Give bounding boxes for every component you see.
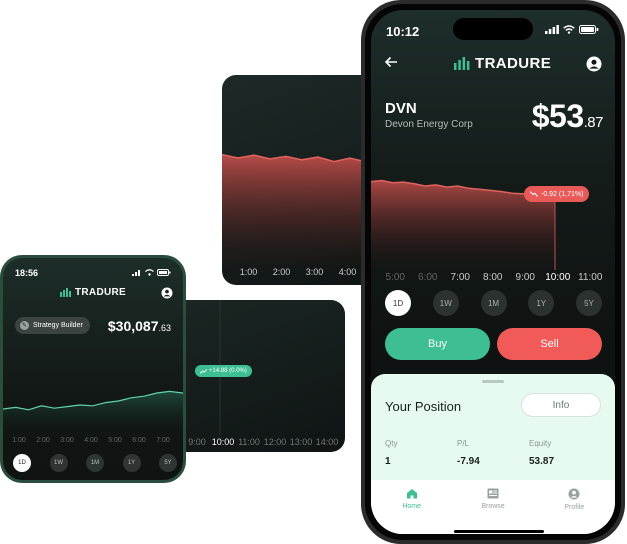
tick-label: 3:00 (60, 437, 74, 444)
small-change-tag: +14.88 (0.0%) (195, 365, 252, 377)
phone-large: 10:12 TRADURE DVN Devon Energy Corp $53.… (361, 0, 625, 544)
position-title: Your Position (385, 399, 462, 414)
sell-button[interactable]: Sell (497, 328, 602, 360)
price-change-label: -0.92 (1,71%) (541, 190, 584, 198)
app-name: TRADURE (475, 55, 552, 72)
chart-top-svg (222, 153, 382, 265)
range-selector: 1D 1W 1M 1Y 5Y (385, 290, 602, 316)
stat-equity: Equity 53.87 (529, 439, 554, 467)
buy-button[interactable]: Buy (385, 328, 490, 360)
trend-down-icon (530, 191, 538, 197)
tick-label: 6:00 (132, 437, 146, 444)
bars-logo-icon (454, 57, 470, 70)
stock-ticker: DVN (385, 100, 417, 117)
bottom-nav: Home Browse Profile (371, 480, 615, 534)
wifi-icon (563, 25, 575, 34)
tick-label: 2:00 (36, 437, 50, 444)
stat-label: P/L (457, 439, 470, 448)
tick-label: 11:00 (238, 437, 260, 447)
stat-qty: Qty 1 (385, 439, 397, 467)
tick-label: 4:00 (84, 437, 98, 444)
tick-label: 7:00 (156, 437, 170, 444)
status-icons (545, 25, 599, 34)
stock-price-main: $53 (531, 98, 584, 134)
range-button-1y[interactable]: 1Y (528, 290, 555, 316)
tick-label: 11:00 (578, 272, 603, 283)
tick-label: 10:00 (545, 272, 571, 283)
small-chart-svg (3, 390, 183, 436)
tick-label: 4:00 (338, 267, 357, 277)
range-button-1m[interactable]: 1M (86, 454, 104, 472)
info-button[interactable]: Info (521, 393, 601, 417)
nav-label: Home (402, 503, 421, 510)
range-button-1y[interactable]: 1Y (122, 454, 141, 472)
stat-value: 53.87 (529, 456, 555, 467)
tick-label: 6:00 (418, 272, 438, 283)
position-panel: Your Position Info Qty 1 P/L -7.94 Equit… (371, 374, 615, 534)
tick-label: 9:00 (515, 272, 535, 283)
phone-large-screen: 10:12 TRADURE DVN Devon Energy Corp $53.… (371, 10, 615, 534)
app-logo: TRADURE (454, 55, 551, 72)
tick-label: 1:00 (239, 267, 258, 277)
tick-label: 1:00 (12, 437, 26, 444)
small-range-selector: 1D 1W 1M 1Y 5Y (13, 454, 177, 472)
range-button-1d[interactable]: 1D (13, 454, 31, 472)
trend-up-icon (200, 368, 207, 374)
tick-label: 3:00 (305, 267, 324, 277)
company-name: Devon Energy Corp (385, 119, 473, 130)
nav-label: Browse (481, 503, 505, 510)
marketing-composition: 1:00 2:00 3:00 4:00 9:00 10:00 11:00 12:00 13:0… (0, 0, 627, 544)
stat-label: Equity (529, 439, 552, 448)
battery-icon (579, 25, 599, 34)
range-button-1d[interactable]: 1D (385, 290, 411, 316)
nav-home[interactable]: Home (382, 488, 442, 534)
tick-label: 7:00 (450, 272, 470, 283)
phone-small: 18:56 TRADURE ✎ Strategy Builder $30,087… (0, 255, 186, 483)
tick-label: 13:00 (289, 437, 313, 447)
price-chart-ticks: 5:00 6:00 7:00 8:00 9:00 10:00 11:00 (379, 272, 607, 283)
stock-price-cents: .87 (583, 114, 604, 131)
chart-top-area (222, 154, 382, 265)
chart-bottom-ticks: 9:00 10:00 11:00 12:00 13:00 14:00 (184, 437, 340, 447)
range-button-1m[interactable]: 1M (480, 290, 507, 316)
signal-icon (545, 25, 559, 34)
small-chart-ticks: 1:00 2:00 3:00 4:00 5:00 6:00 7:00 (7, 437, 175, 444)
range-button-1w[interactable]: 1W (432, 290, 459, 316)
tick-label: 10:00 (211, 437, 235, 447)
nav-profile[interactable]: Profile (544, 488, 604, 534)
tick-label: 9:00 (188, 437, 206, 447)
profile-icon[interactable] (586, 56, 602, 72)
tick-label: 5:00 (385, 272, 405, 283)
tick-label: 2:00 (272, 267, 291, 277)
home-indicator (454, 530, 544, 533)
back-arrow-icon[interactable] (384, 55, 398, 73)
user-icon (568, 488, 580, 500)
newspaper-icon (487, 488, 499, 499)
tick-label: 14:00 (315, 437, 339, 447)
range-button-5y[interactable]: 5Y (576, 290, 602, 316)
chart-top-ticks: 1:00 2:00 3:00 4:00 (232, 267, 364, 277)
range-button-1w[interactable]: 1W (49, 454, 68, 472)
stat-pl: P/L -7.94 (457, 439, 480, 467)
sheet-handle[interactable] (482, 380, 504, 383)
small-change-label: +14.88 (0.0%) (209, 368, 247, 374)
home-icon (406, 489, 417, 499)
stat-value: 1 (385, 456, 391, 467)
price-change-tag: -0.92 (1,71%) (524, 186, 590, 202)
stat-label: Qty (385, 439, 398, 448)
price-chart-svg (371, 179, 559, 270)
nav-label: Profile (564, 504, 585, 511)
nav-browse[interactable]: Browse (463, 488, 523, 534)
status-time: 10:12 (386, 24, 420, 39)
tick-label: 5:00 (108, 437, 122, 444)
range-button-5y[interactable]: 5Y (159, 454, 177, 472)
stat-value: -7.94 (457, 456, 480, 467)
stock-price: $53.87 (531, 98, 604, 135)
tick-label: 8:00 (483, 272, 503, 283)
tick-label: 12:00 (263, 437, 287, 447)
dynamic-island (453, 18, 533, 40)
chart-card-top (222, 75, 382, 285)
phone-large-bezel: 10:12 TRADURE DVN Devon Energy Corp $53.… (365, 4, 621, 540)
phone-small-screen: 18:56 TRADURE ✎ Strategy Builder $30,087… (3, 258, 183, 480)
